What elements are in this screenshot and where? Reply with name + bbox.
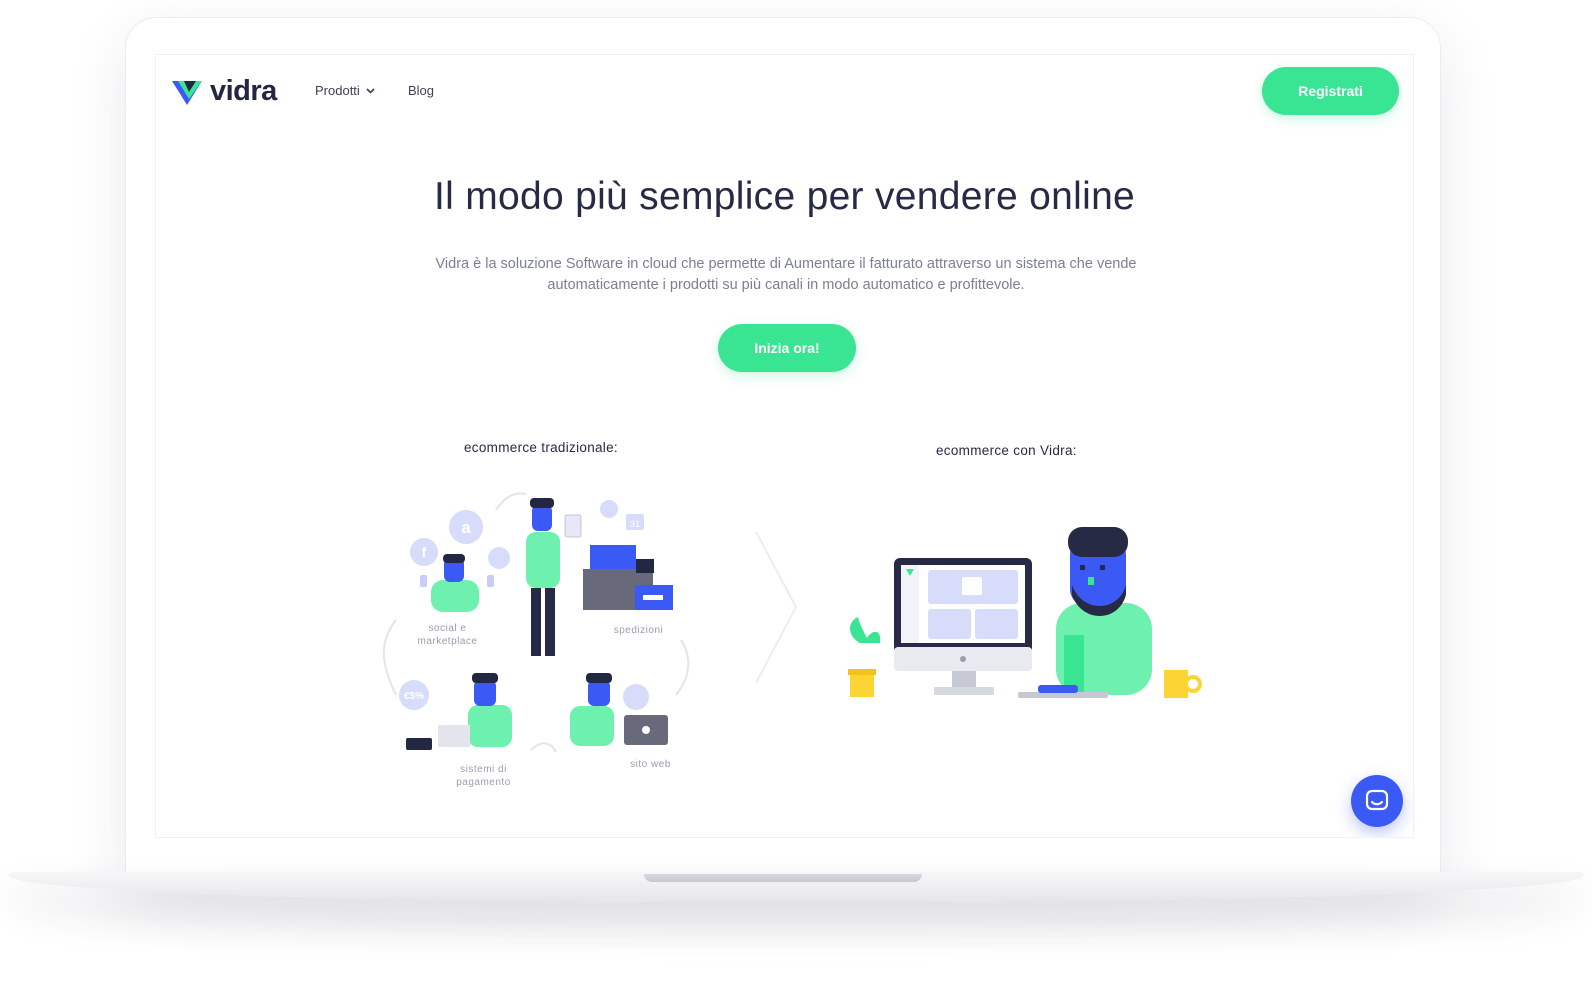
payment-systems-label: sistemi di pagamento (436, 763, 531, 789)
vidra-logo-icon (172, 80, 202, 105)
hero-title: Il modo più semplice per vendere online (433, 175, 1136, 218)
label-line: pagamento (456, 777, 511, 788)
svg-text:f: f (422, 544, 427, 560)
hero-subtitle: Vidra è la soluzione Software in cloud c… (396, 254, 1176, 296)
nav-item-label: Blog (408, 83, 435, 98)
signup-button[interactable]: Registrati (1262, 67, 1399, 115)
payment-badge: €$% (404, 691, 424, 702)
browser-screen: vidra Prodotti Blog Registrati Il modo p… (155, 54, 1414, 838)
nav-item-label: Prodotti (315, 83, 360, 98)
chevron-right-divider-icon (755, 531, 798, 684)
nav-item-blog[interactable]: Blog (408, 83, 434, 98)
hero-subtitle-line: Vidra è la soluzione Software in cloud c… (435, 256, 1137, 272)
laptop-notch (644, 874, 922, 882)
svg-text:a: a (461, 518, 471, 537)
website-label: sito web (630, 759, 671, 770)
label-line: sistemi di (460, 764, 507, 775)
logo[interactable]: vidra (172, 75, 277, 108)
social-marketplace-label: social e marketplace (400, 622, 495, 648)
label-line: marketplace (417, 636, 478, 647)
chat-icon (1365, 789, 1389, 811)
hero-subtitle-line: automaticamente i prodotti su più canali… (547, 277, 1025, 293)
vidra-ecommerce-illustration (848, 527, 1202, 698)
start-now-button[interactable]: Inizia ora! (718, 324, 856, 372)
label-line: social e (428, 623, 467, 634)
chevron-down-icon (366, 87, 375, 94)
nav-item-prodotti[interactable]: Prodotti (315, 83, 375, 98)
chat-button[interactable] (1351, 775, 1403, 827)
vidra-ecommerce-title: ecommerce con Vidra: (936, 443, 1077, 458)
traditional-ecommerce-title: ecommerce tradizionale: (464, 440, 618, 455)
logo-text: vidra (210, 75, 277, 107)
calendar-day-label: 31 (630, 519, 640, 529)
shipping-label: spedizioni (613, 625, 664, 636)
